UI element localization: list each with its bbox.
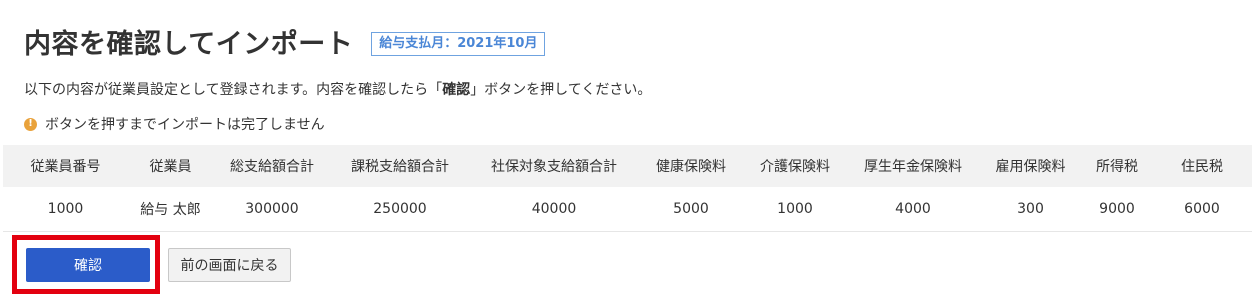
description-text: 以下の内容が従業員設定として登録されます。内容を確認したら「確認」ボタンを押して… [24, 79, 651, 99]
cell-pension-insurance: 4000 [847, 187, 979, 232]
column-header-nursing-insurance: 介護保険料 [743, 145, 847, 187]
column-header-pension-insurance: 厚生年金保険料 [847, 145, 979, 187]
description-after: 」ボタンを押してください。 [470, 82, 652, 98]
cell-nursing-insurance: 1000 [743, 187, 847, 232]
cell-total-pay: 300000 [213, 187, 331, 232]
confirm-button[interactable]: 確認 [26, 248, 150, 282]
page-header: 内容を確認してインポート 給与支払月：2021年10月 [24, 22, 546, 61]
cell-employee-number: 1000 [3, 187, 128, 232]
column-header-social-insurance-pay: 社保対象支給額合計 [469, 145, 639, 187]
import-preview-table: 従業員番号 従業員 総支給額合計 課税支給額合計 社保対象支給額合計 健康保険料… [3, 145, 1252, 232]
page-title: 内容を確認してインポート [24, 29, 354, 60]
cell-employment-insurance: 300 [979, 187, 1082, 232]
column-header-resident-tax: 住民税 [1152, 145, 1252, 187]
cell-employee: 給与 太郎 [128, 187, 213, 232]
cell-social-insurance-pay: 40000 [469, 187, 639, 232]
cell-health-insurance: 5000 [639, 187, 743, 232]
description-bold: 確認 [442, 82, 471, 98]
cell-income-tax: 9000 [1082, 187, 1152, 232]
cell-taxable-pay: 250000 [331, 187, 469, 232]
column-header-employee-number: 従業員番号 [3, 145, 128, 187]
column-header-total-pay: 総支給額合計 [213, 145, 331, 187]
column-header-employee: 従業員 [128, 145, 213, 187]
notice-text: ボタンを押すまでインポートは完了しません [45, 117, 325, 133]
import-notice: ! ボタンを押すまでインポートは完了しません [24, 114, 325, 134]
payment-month-badge: 給与支払月：2021年10月 [371, 31, 546, 56]
column-header-employment-insurance: 雇用保険料 [979, 145, 1082, 187]
table-row: 1000 給与 太郎 300000 250000 40000 5000 1000… [3, 187, 1252, 232]
warning-icon: ! [24, 117, 37, 131]
column-header-income-tax: 所得税 [1082, 145, 1152, 187]
table-header-row: 従業員番号 従業員 総支給額合計 課税支給額合計 社保対象支給額合計 健康保険料… [3, 145, 1252, 187]
description-before: 以下の内容が従業員設定として登録されます。内容を確認したら「 [24, 82, 443, 98]
back-button[interactable]: 前の画面に戻る [168, 248, 291, 282]
column-header-health-insurance: 健康保険料 [639, 145, 743, 187]
column-header-taxable-pay: 課税支給額合計 [331, 145, 469, 187]
cell-resident-tax: 6000 [1152, 187, 1252, 232]
